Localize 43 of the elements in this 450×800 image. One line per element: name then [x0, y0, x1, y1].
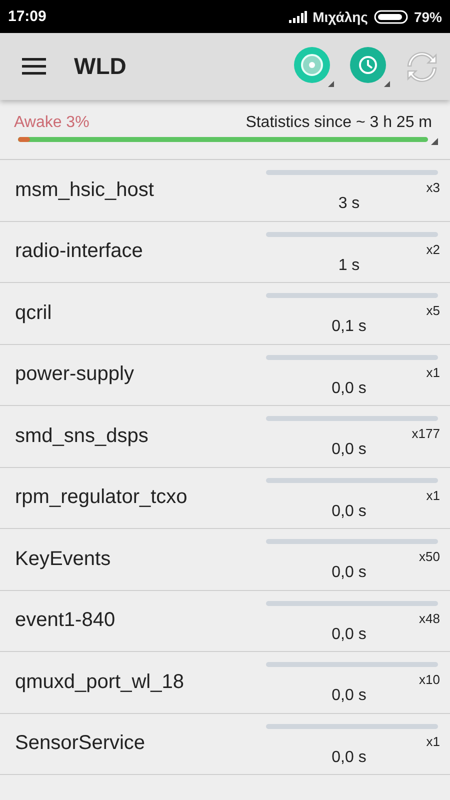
wake-count: x5 [426, 303, 440, 318]
wakelock-name: power-supply [15, 363, 134, 386]
wakelock-name: radio-interface [15, 240, 143, 264]
timer-button[interactable] [350, 46, 390, 86]
wakelock-name: event1-840 [15, 609, 116, 632]
statistics-since: Statistics since ~ 3 h 25 m [246, 114, 432, 132]
wake-time: 0,0 s [332, 626, 366, 644]
wake-count: x1 [426, 734, 440, 748]
app-title: WLD [74, 53, 128, 80]
wakelock-type-button[interactable] [294, 46, 334, 86]
wake-time: 1 s [338, 256, 360, 274]
corner-icon [431, 138, 438, 145]
carrier-name: Μιχάλης [312, 8, 368, 24]
wake-count: x2 [426, 242, 440, 256]
clock-time: 17:09 [8, 8, 46, 25]
wakelock-name: SensorService [15, 732, 146, 756]
wake-time: 0,0 s [332, 502, 366, 520]
signal-icon [288, 10, 307, 22]
wake-time: 0,1 s [332, 318, 366, 336]
refresh-button[interactable] [406, 50, 438, 82]
wake-time: 0,0 s [332, 748, 366, 766]
wake-count: x10 [419, 672, 440, 687]
wakelock-name: smd_sns_dsps [15, 424, 148, 448]
battery-icon [374, 10, 408, 24]
awake-percent: Awake 3% [14, 114, 90, 132]
battery-percent: 79% [414, 8, 442, 24]
wake-count: x1 [426, 364, 440, 380]
wakelock-name: KeyEvents [15, 548, 111, 571]
wake-time: 0,0 s [332, 380, 366, 398]
wake-count: x1 [426, 488, 440, 502]
wake-count: x177 [412, 426, 440, 441]
wake-time: 0,0 s [332, 564, 366, 582]
menu-button[interactable] [22, 56, 46, 76]
wake-count: x50 [419, 549, 440, 564]
wake-count: x3 [426, 180, 440, 195]
wake-time: 0,0 s [332, 441, 366, 459]
wakelock-name: qmuxd_port_wl_18 [15, 670, 184, 694]
wakelock-name: msm_hsic_host [15, 178, 154, 202]
wake-time: 0,0 s [332, 687, 366, 705]
wakelock-name: qcril [15, 302, 52, 325]
wake-count: x48 [419, 610, 440, 626]
wake-time: 3 s [338, 195, 360, 213]
wakelock-name: rpm_regulator_tcxo [15, 486, 188, 510]
